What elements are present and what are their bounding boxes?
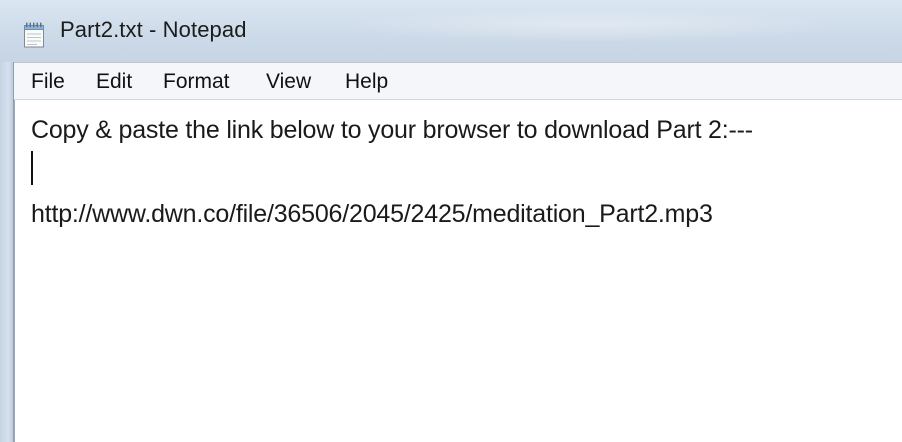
text-caret: [31, 151, 33, 185]
menu-edit[interactable]: Edit: [96, 68, 132, 96]
notepad-icon[interactable]: [23, 22, 45, 48]
text-line-1: Copy & paste the link below to your brow…: [31, 116, 753, 144]
text-line-3: http://www.dwn.co/file/36506/2045/2425/m…: [31, 200, 713, 228]
menu-bar: File Edit Format View Help: [14, 62, 902, 100]
menu-help[interactable]: Help: [345, 68, 388, 96]
window-frame-left: [0, 62, 14, 442]
notepad-window: Part2.txt - Notepad File Edit Format Vie…: [0, 0, 902, 442]
text-editor[interactable]: Copy & paste the link below to your brow…: [14, 100, 902, 442]
title-bar[interactable]: Part2.txt - Notepad: [0, 0, 902, 62]
menu-file[interactable]: File: [31, 68, 65, 96]
menu-view[interactable]: View: [266, 68, 311, 96]
window-title: Part2.txt - Notepad: [60, 17, 247, 42]
menu-format[interactable]: Format: [163, 68, 230, 96]
